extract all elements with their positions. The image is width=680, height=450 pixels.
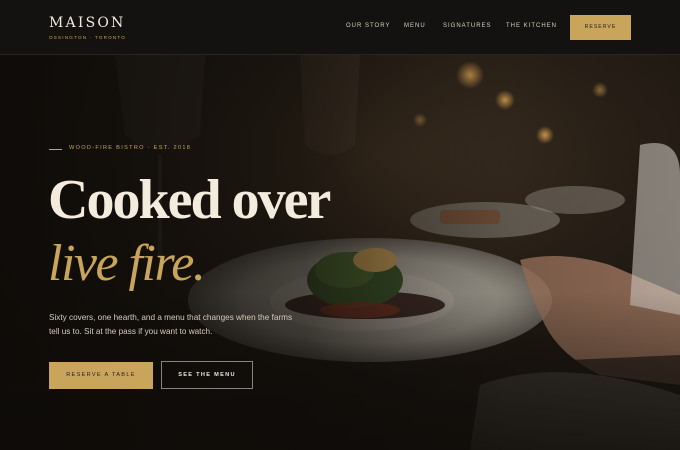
nav-link-the-kitchen[interactable]: THE KITCHEN xyxy=(506,23,557,29)
hero-headline-accent: live fire. xyxy=(48,235,206,292)
hero-eyebrow: WOOD-FIRE BISTRO · EST. 2018 xyxy=(69,145,192,151)
eyebrow-rule xyxy=(49,149,62,150)
reserve-table-button[interactable]: RESERVE A TABLE xyxy=(49,362,153,389)
nav-link-our-story[interactable]: OUR STORY xyxy=(346,23,390,29)
nav-link-signatures[interactable]: SIGNATURES xyxy=(443,23,492,29)
brand-location: OSSINGTON · TORONTO xyxy=(49,35,127,40)
reserve-button[interactable]: RESERVE xyxy=(570,15,631,40)
site-header: MAISON OSSINGTON · TORONTO OUR STORY MEN… xyxy=(0,0,680,55)
hero-description: Sixty covers, one hearth, and a menu tha… xyxy=(49,313,293,336)
see-menu-button[interactable]: SEE THE MENU xyxy=(161,361,253,389)
hero-headline: Cooked over xyxy=(48,169,331,231)
nav-link-menu[interactable]: MENU xyxy=(404,23,426,29)
